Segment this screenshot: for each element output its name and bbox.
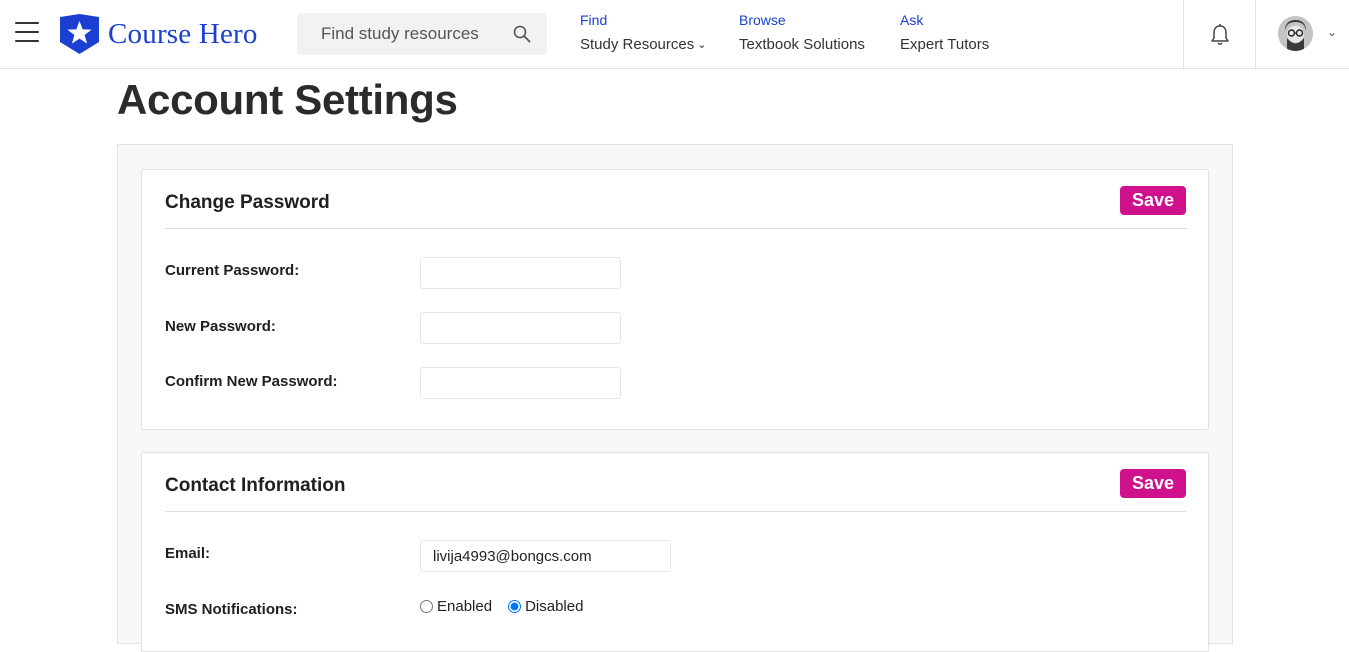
divider — [165, 511, 1187, 512]
divider — [1183, 0, 1184, 69]
nav-label: Expert Tutors — [900, 36, 990, 53]
current-password-label: Current Password: — [165, 262, 300, 279]
email-label: Email: — [165, 545, 211, 562]
logo-star-icon — [60, 14, 99, 54]
settings-panel: Change Password Save Current Password: N… — [117, 144, 1233, 652]
bell-icon[interactable] — [1209, 23, 1231, 47]
nav-find-study-resources[interactable]: Find Study Resources ⌄ — [580, 12, 706, 53]
divider — [1255, 0, 1256, 69]
card-title: Contact Information — [165, 475, 346, 496]
save-password-button[interactable]: Save — [1119, 186, 1186, 215]
nav-browse-textbook-solutions[interactable]: Browse Textbook Solutions — [739, 12, 865, 53]
sms-enabled-option[interactable]: Enabled — [420, 598, 492, 615]
nav-label: Textbook Solutions — [739, 36, 865, 53]
brand-name: Course Hero — [108, 17, 258, 50]
search-icon[interactable] — [513, 25, 531, 43]
top-navigation-bar: Course Hero Find Study Resources⌄ Browse… — [0, 0, 1349, 69]
new-password-field[interactable] — [420, 312, 621, 344]
sms-notifications-label: SMS Notifications: — [165, 601, 298, 618]
nav-kicker: Find — [580, 12, 608, 28]
search-bar — [297, 13, 547, 55]
confirm-password-label: Confirm New Password: — [165, 373, 338, 390]
sms-disabled-radio[interactable] — [508, 600, 522, 613]
page-title: Account Settings — [117, 76, 458, 123]
radio-label: Disabled — [525, 598, 584, 615]
save-contact-button[interactable]: Save — [1119, 469, 1186, 498]
search-input[interactable] — [297, 13, 507, 55]
confirm-password-field[interactable] — [420, 367, 621, 399]
sms-radio-group: Enabled Disabled — [420, 598, 599, 615]
avatar[interactable] — [1278, 16, 1313, 51]
card-title: Change Password — [165, 192, 330, 213]
chevron-down-icon: ⌄ — [697, 39, 707, 51]
change-password-card: Change Password Save Current Password: N… — [141, 169, 1209, 430]
divider — [165, 228, 1187, 229]
avatar-image — [1278, 16, 1313, 51]
nav-kicker: Ask — [900, 12, 924, 28]
nav-kicker: Browse — [739, 12, 786, 28]
nav-ask-expert-tutors[interactable]: Ask Expert Tutors — [900, 12, 989, 53]
email-field[interactable] — [420, 540, 671, 572]
chevron-down-icon[interactable]: ⌄ — [1327, 25, 1337, 39]
menu-icon[interactable] — [15, 22, 39, 44]
current-password-field[interactable] — [420, 257, 621, 289]
course-hero-logo[interactable]: Course Hero — [60, 14, 258, 54]
nav-label: Study Resources — [580, 36, 695, 53]
sms-enabled-radio[interactable] — [420, 600, 433, 613]
new-password-label: New Password: — [165, 318, 276, 335]
contact-information-card: Contact Information Save Email: SMS Noti… — [141, 452, 1209, 652]
sms-disabled-option[interactable]: Disabled — [508, 598, 583, 615]
radio-label: Enabled — [437, 598, 493, 615]
